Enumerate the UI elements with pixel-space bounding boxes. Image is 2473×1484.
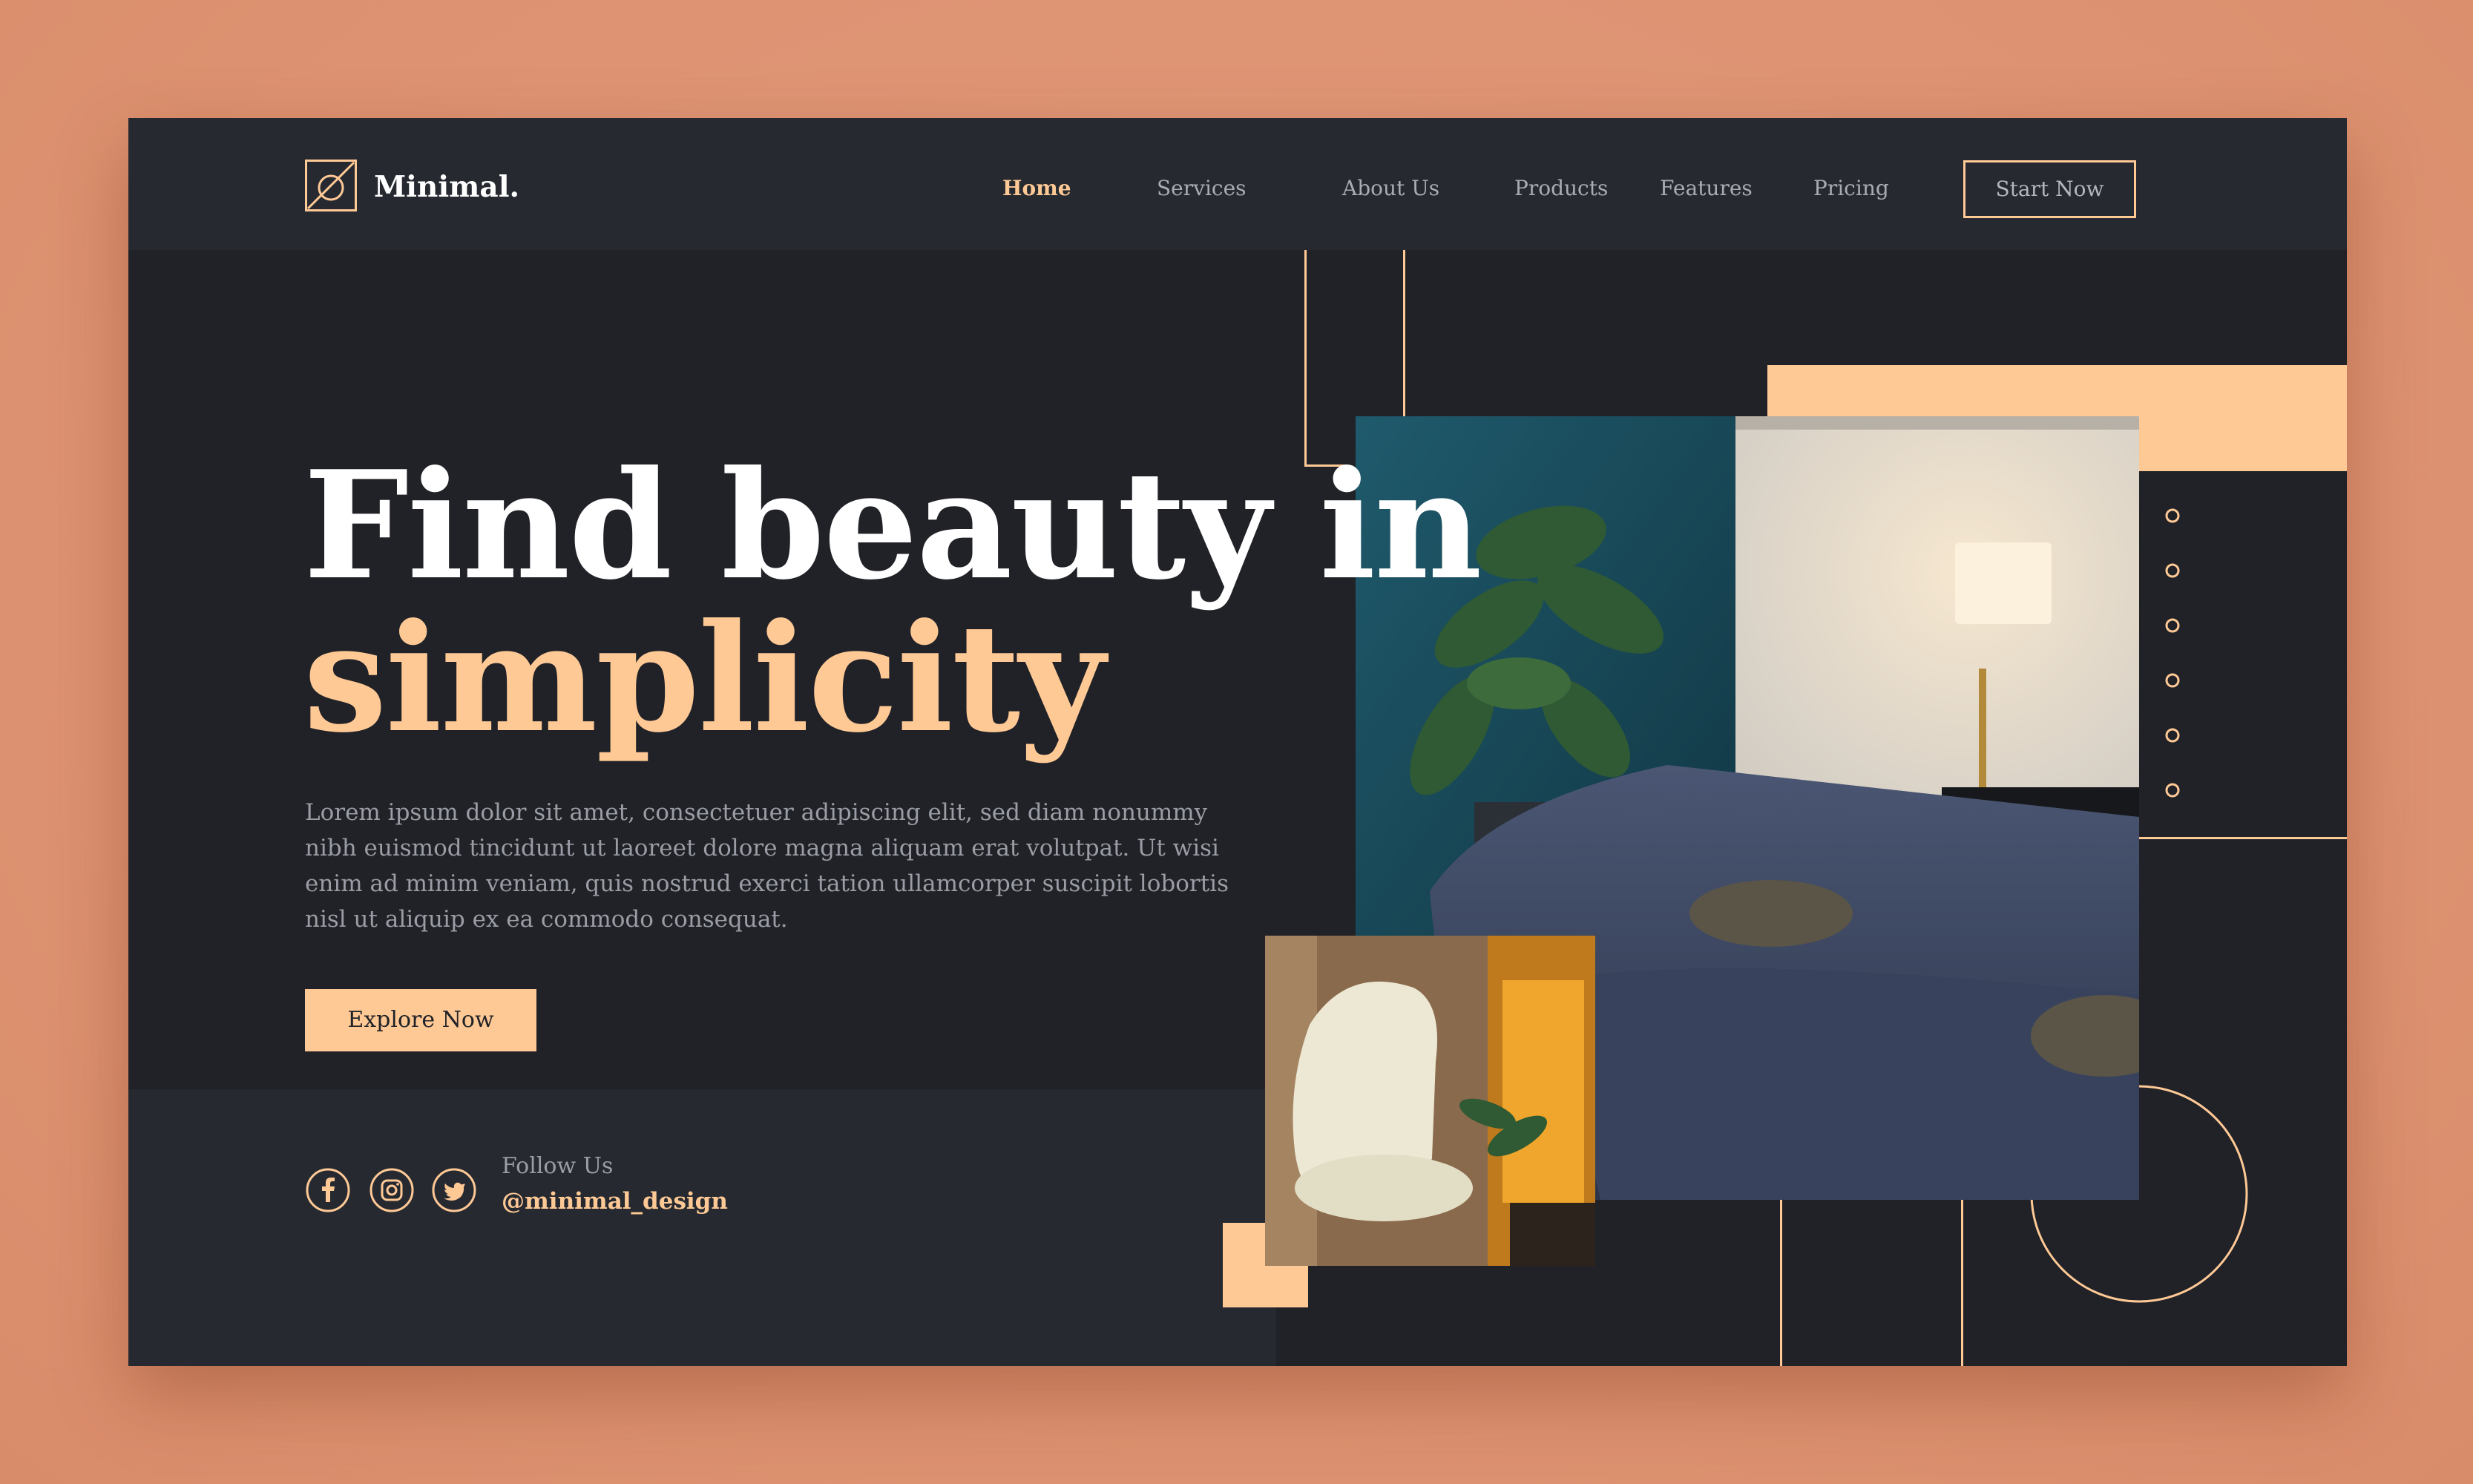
nav-products[interactable]: Products <box>1514 176 1608 200</box>
slider-dot[interactable] <box>2165 728 2180 743</box>
nav-home[interactable]: Home <box>1002 176 1071 200</box>
hero-title-line1: Find beauty in <box>303 439 1482 613</box>
follow-us-label: Follow Us <box>502 1153 614 1179</box>
brand-name[interactable]: Minimal. <box>374 170 519 204</box>
nav-pricing[interactable]: Pricing <box>1813 176 1889 200</box>
hero-title-line2: simplicity <box>303 591 1105 766</box>
deco-line <box>1780 1200 1782 1366</box>
deco-line <box>1961 1200 1963 1366</box>
facebook-icon[interactable] <box>305 1167 351 1213</box>
footer-band <box>128 1089 1276 1366</box>
deco-line <box>1403 250 1405 416</box>
nav-services[interactable]: Services <box>1157 176 1247 200</box>
nav-features[interactable]: Features <box>1660 176 1753 200</box>
top-navigation-bar: Minimal. Home Services About Us Products… <box>128 118 2347 250</box>
nav-about-us[interactable]: About Us <box>1342 176 1439 200</box>
logo-icon[interactable] <box>305 160 357 211</box>
deco-line <box>2139 837 2347 839</box>
slider-dot[interactable] <box>2165 563 2180 578</box>
explore-now-button[interactable]: Explore Now <box>305 989 536 1051</box>
slider-dot[interactable] <box>2165 508 2180 523</box>
chair-photo <box>1265 936 1595 1266</box>
landing-page-frame: Minimal. Home Services About Us Products… <box>128 118 2347 1366</box>
social-handle-link[interactable]: @minimal_design <box>502 1188 728 1215</box>
instagram-icon[interactable] <box>369 1167 415 1213</box>
twitter-icon[interactable] <box>431 1167 477 1213</box>
hero-paragraph: Lorem ipsum dolor sit amet, consectetuer… <box>305 799 1229 933</box>
slider-dot[interactable] <box>2165 618 2180 633</box>
deco-line <box>1304 250 1307 467</box>
slider-dots[interactable] <box>2161 507 2184 804</box>
start-now-button[interactable]: Start Now <box>1963 160 2136 218</box>
slider-dot[interactable] <box>2165 673 2180 688</box>
slider-dot[interactable] <box>2165 783 2180 798</box>
